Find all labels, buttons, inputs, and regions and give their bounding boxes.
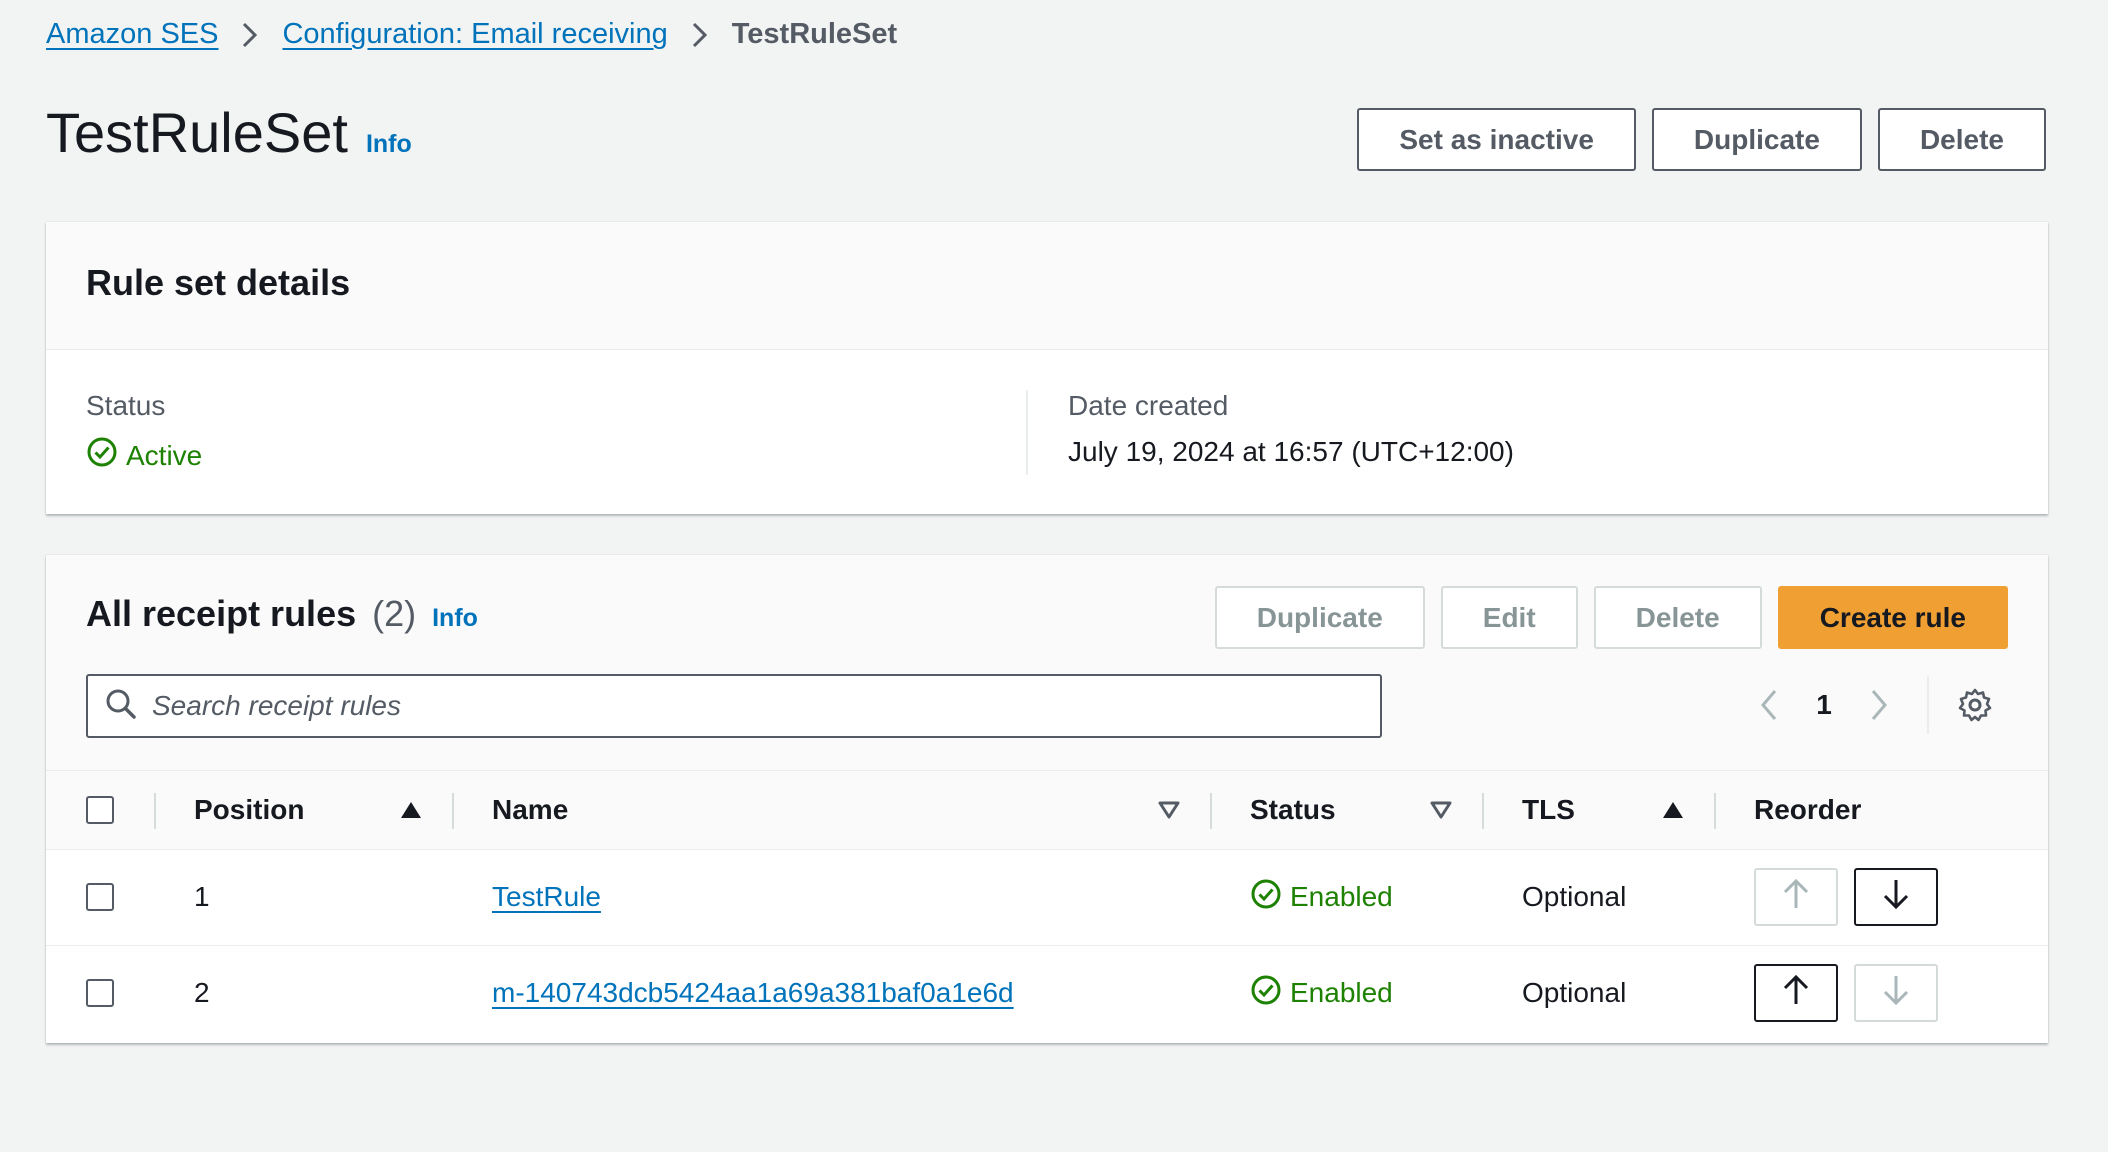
set-inactive-button[interactable]: Set as inactive [1357, 108, 1636, 171]
row-checkbox[interactable] [86, 883, 114, 911]
row-checkbox[interactable] [86, 979, 114, 1008]
search-receipt-rules[interactable] [86, 674, 1382, 738]
rule-set-details-panel: Rule set details Status Active Date crea… [46, 222, 2048, 514]
table-actions: Duplicate Edit Delete Create rule [1214, 586, 2008, 649]
rule-position: 1 [154, 849, 452, 946]
search-input[interactable] [152, 690, 1364, 722]
column-tls[interactable]: TLS [1482, 771, 1714, 850]
current-page[interactable]: 1 [1797, 689, 1851, 721]
rules-info-link[interactable]: Info [432, 604, 478, 633]
arrow-up-icon [1780, 877, 1812, 918]
column-status[interactable]: Status [1210, 771, 1482, 850]
move-up-button[interactable] [1754, 964, 1838, 1023]
edit-rule-button[interactable]: Edit [1440, 586, 1578, 649]
move-down-button[interactable] [1854, 868, 1938, 926]
rule-set-details-title: Rule set details [46, 222, 2048, 350]
chevron-right-icon [240, 20, 260, 50]
rule-tls: Optional [1482, 849, 1714, 946]
delete-rule-set-button[interactable]: Delete [1877, 108, 2046, 171]
sort-icon [1430, 794, 1452, 826]
status-label: Status [86, 390, 166, 421]
status-value: Active [86, 436, 1026, 475]
column-reorder: Reorder [1714, 771, 2048, 850]
rule-status: Enabled [1250, 878, 1482, 917]
date-created-label: Date created [1068, 390, 1229, 421]
breadcrumb-amazon-ses[interactable]: Amazon SES [46, 18, 218, 51]
delete-rule-button[interactable]: Delete [1593, 586, 1762, 649]
check-circle-icon [1250, 878, 1282, 917]
page-header: TestRuleSet Info [46, 100, 412, 165]
chevron-right-icon [690, 20, 710, 50]
rule-position: 2 [194, 977, 210, 1009]
receipt-rules-heading: All receipt rules [86, 593, 357, 634]
arrow-down-icon [1880, 877, 1912, 918]
arrow-down-icon [1880, 973, 1912, 1014]
pagination-divider [1927, 676, 1929, 734]
settings-gear-icon[interactable] [1947, 677, 2003, 733]
status-text: Active [126, 439, 203, 471]
status-detail: Status Active [86, 390, 1026, 475]
info-link[interactable]: Info [366, 130, 412, 159]
table-row[interactable]: 1 TestRule Enabled Optional [46, 849, 2048, 946]
move-up-button[interactable] [1754, 868, 1838, 926]
select-all-checkbox[interactable] [86, 795, 114, 824]
sort-ascending-icon [1662, 794, 1684, 826]
breadcrumb-current: TestRuleSet [731, 18, 898, 50]
column-name[interactable]: Name [452, 771, 1210, 850]
receipt-rules-panel: All receipt rules (2) Info Duplicate Edi… [46, 555, 2048, 1043]
date-created-value: July 19, 2024 at 16:57 (UTC+12:00) [1068, 436, 1514, 467]
check-circle-icon [86, 436, 118, 475]
next-page-icon[interactable] [1851, 677, 1907, 733]
duplicate-rule-set-button[interactable]: Duplicate [1651, 108, 1862, 171]
check-circle-icon [1250, 974, 1282, 1013]
create-rule-button[interactable]: Create rule [1777, 586, 2008, 649]
search-icon [104, 687, 138, 726]
receipt-rules-title: All receipt rules (2) Info [86, 593, 478, 635]
sort-icon [1158, 794, 1180, 826]
previous-page-icon[interactable] [1741, 677, 1797, 733]
rule-name-link[interactable]: m-140743dcb5424aa1a69a381baf0a1e6d [492, 977, 1014, 1008]
arrow-up-icon [1780, 973, 1812, 1014]
rule-name-link[interactable]: TestRule [492, 881, 601, 912]
duplicate-rule-button[interactable]: Duplicate [1214, 586, 1425, 649]
breadcrumb: Amazon SES Configuration: Email receivin… [46, 18, 897, 51]
sort-ascending-icon [400, 794, 422, 826]
receipt-rules-table: Position Name Status TLS Reorder 1 TestR… [46, 771, 2048, 1041]
rule-status: Enabled [1250, 974, 1482, 1013]
column-position[interactable]: Position [154, 771, 452, 850]
rule-tls: Optional [1522, 977, 1627, 1009]
select-all-header [46, 771, 154, 850]
page-title: TestRuleSet [46, 101, 348, 164]
table-row[interactable]: 2 m-140743dcb5424aa1a69a381baf0a1e6d Ena… [46, 945, 2048, 1041]
header-actions: Set as inactive Duplicate Delete [1357, 108, 2046, 171]
receipt-rules-count: (2) [372, 593, 417, 634]
reorder-controls [1714, 964, 2048, 1023]
reorder-controls [1714, 868, 2048, 926]
pagination: 1 [1741, 675, 2003, 735]
breadcrumb-email-receiving[interactable]: Configuration: Email receiving [282, 18, 667, 51]
date-created-detail: Date created July 19, 2024 at 16:57 (UTC… [1026, 390, 2008, 475]
move-down-button[interactable] [1854, 964, 1938, 1023]
